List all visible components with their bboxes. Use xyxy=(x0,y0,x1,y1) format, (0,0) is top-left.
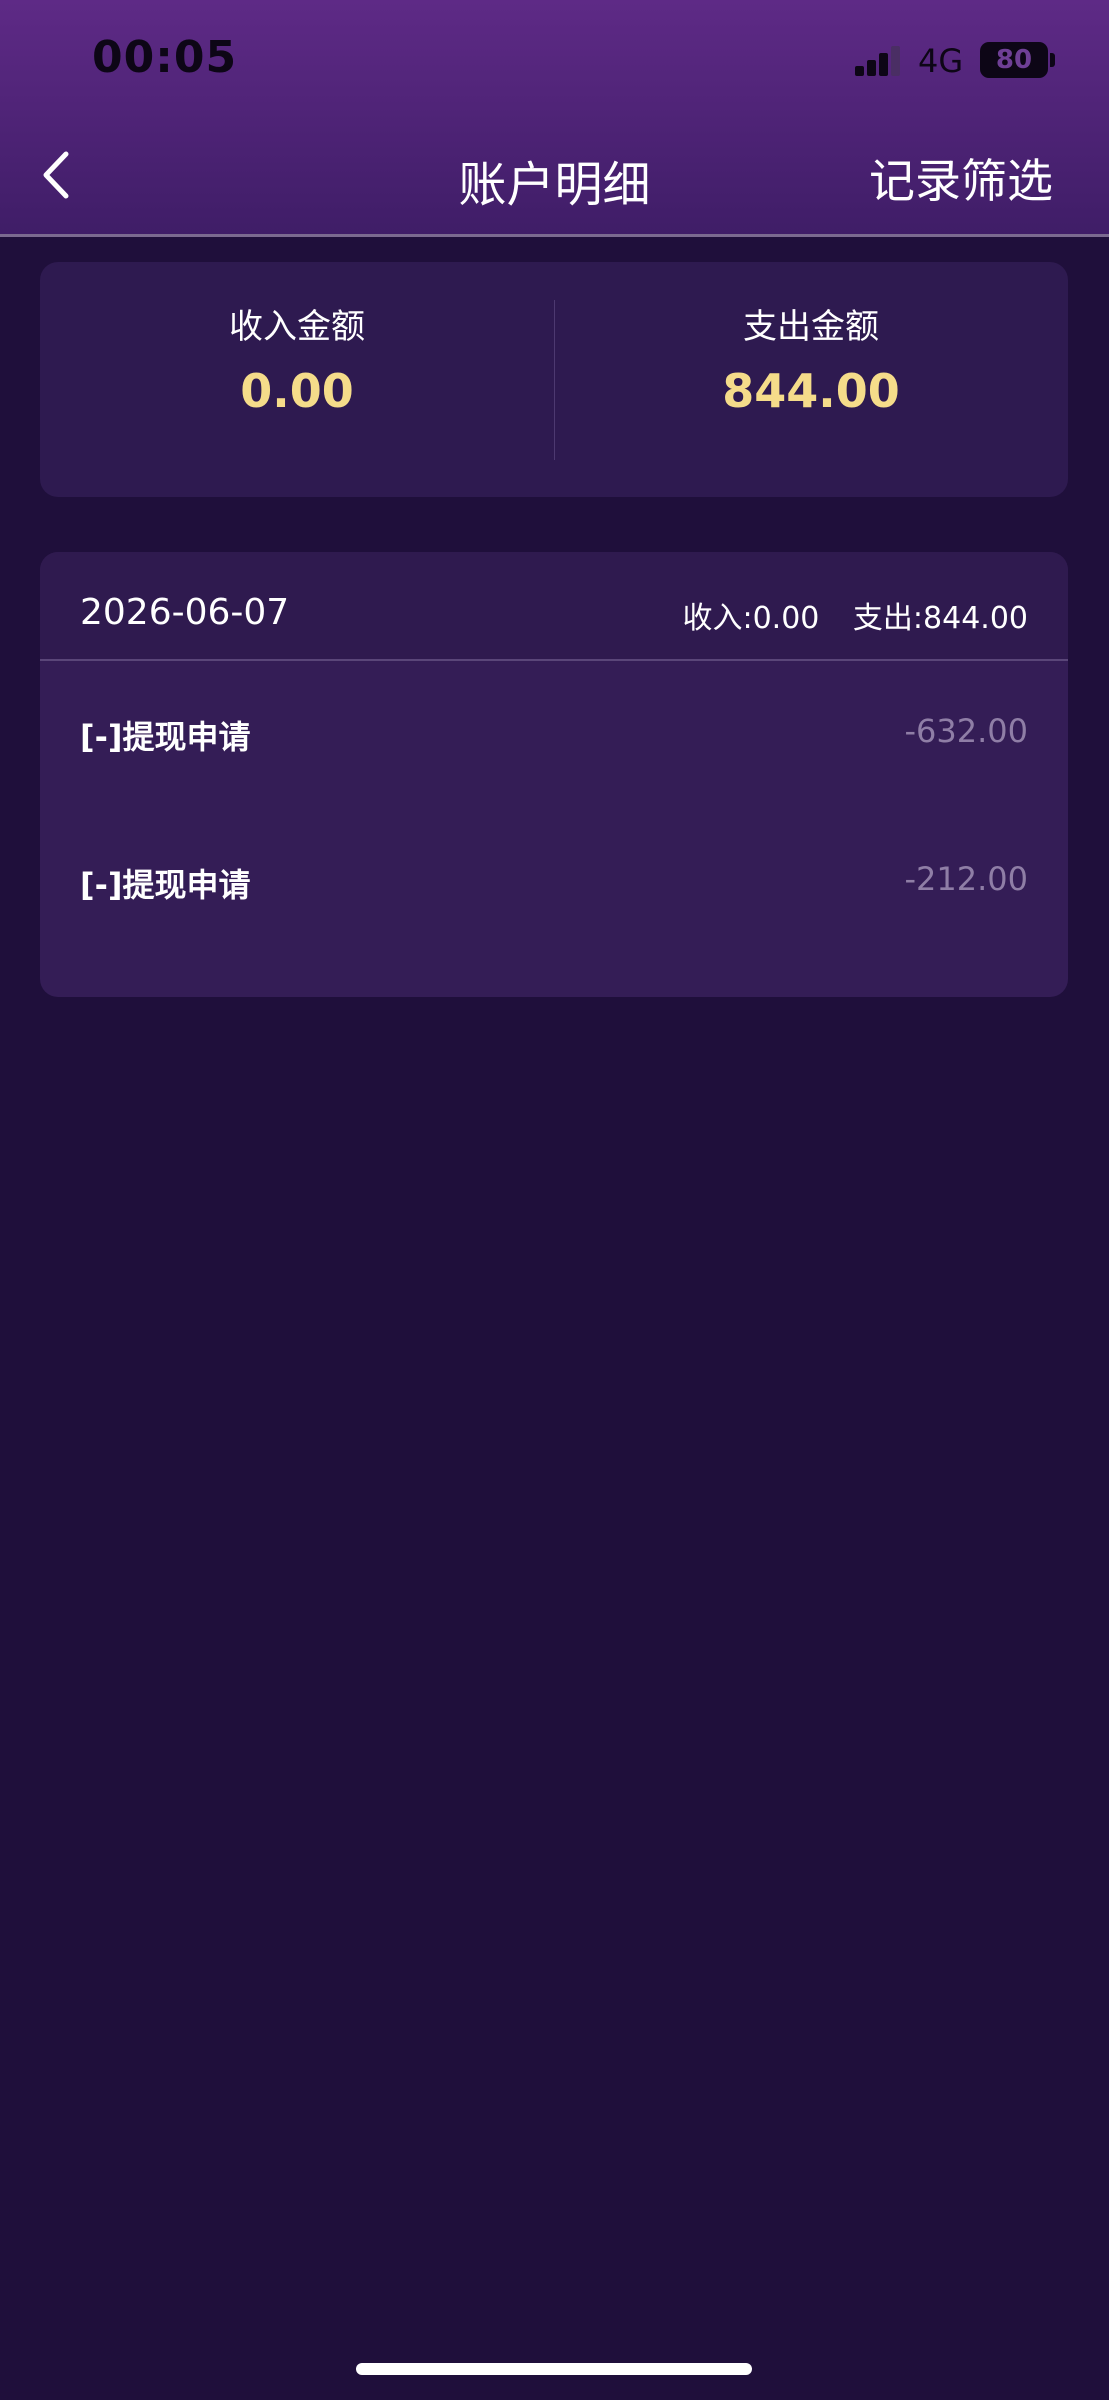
record-amount: -212.00 xyxy=(904,860,1028,898)
record-label: [-]提现申请 xyxy=(80,866,251,904)
signal-icon xyxy=(855,46,903,76)
battery-icon: 80 xyxy=(980,42,1048,78)
daily-income: 收入:0.00 xyxy=(682,601,820,636)
summary-card: 收入金额 0.00 支出金额 844.00 xyxy=(40,262,1068,497)
status-time: 00:05 xyxy=(92,32,238,83)
detail-card: 2026-06-07 收入:0.00 支出:844.00 [-]提现申请 -63… xyxy=(40,552,1068,997)
header-divider xyxy=(0,234,1109,237)
home-indicator[interactable] xyxy=(356,2363,752,2375)
daily-totals: 收入:0.00 支出:844.00 xyxy=(682,593,1028,637)
income-summary: 收入金额 0.00 xyxy=(40,262,554,497)
list-item[interactable]: [-]提现申请 -212.00 xyxy=(40,860,1068,940)
expense-label: 支出金额 xyxy=(743,307,879,347)
record-amount: -632.00 xyxy=(904,712,1028,750)
expense-summary: 支出金额 844.00 xyxy=(554,262,1068,497)
income-label: 收入金额 xyxy=(229,307,365,347)
record-date: 2026-06-07 xyxy=(80,592,290,633)
detail-header: 2026-06-07 收入:0.00 支出:844.00 xyxy=(40,552,1068,659)
daily-expense: 支出:844.00 xyxy=(852,601,1028,636)
record-label: [-]提现申请 xyxy=(80,718,251,756)
network-type: 4G xyxy=(918,42,964,80)
detail-divider xyxy=(40,659,1068,661)
filter-button[interactable]: 记录筛选 xyxy=(869,145,1053,211)
list-item[interactable]: [-]提现申请 -632.00 xyxy=(40,712,1068,792)
expense-value: 844.00 xyxy=(722,364,900,418)
battery-nub xyxy=(1050,53,1055,67)
income-value: 0.00 xyxy=(240,364,354,418)
